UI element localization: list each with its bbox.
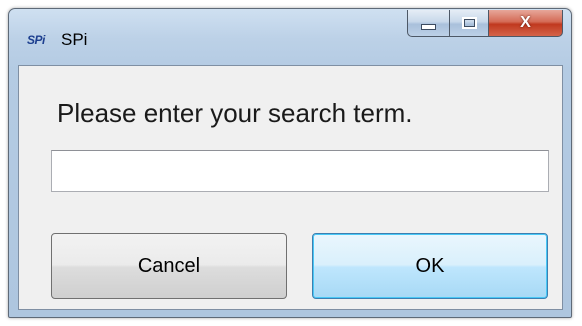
maximize-button[interactable] [449,10,489,37]
cancel-button-label: Cancel [137,254,201,277]
app-icon: SPi [27,33,45,47]
dialog-window: SPi SPi X Please enter your search term.… [8,8,572,318]
minimize-icon [421,24,436,30]
minimize-button[interactable] [407,10,449,37]
prompt-label: Please enter your search term. [57,98,413,128]
cancel-button[interactable]: Cancel [51,233,287,299]
ok-button-label: OK [415,254,445,277]
maximize-icon [461,17,477,29]
close-icon: X [520,14,531,31]
title-bar[interactable]: SPi SPi X [9,9,571,65]
search-input[interactable] [51,150,549,192]
close-button[interactable]: X [489,10,563,37]
dialog-content: Please enter your search term. Cancel OK [18,65,563,310]
caption-buttons: X [407,10,563,38]
window-title: SPi [61,30,88,49]
ok-button[interactable]: OK [312,233,548,299]
